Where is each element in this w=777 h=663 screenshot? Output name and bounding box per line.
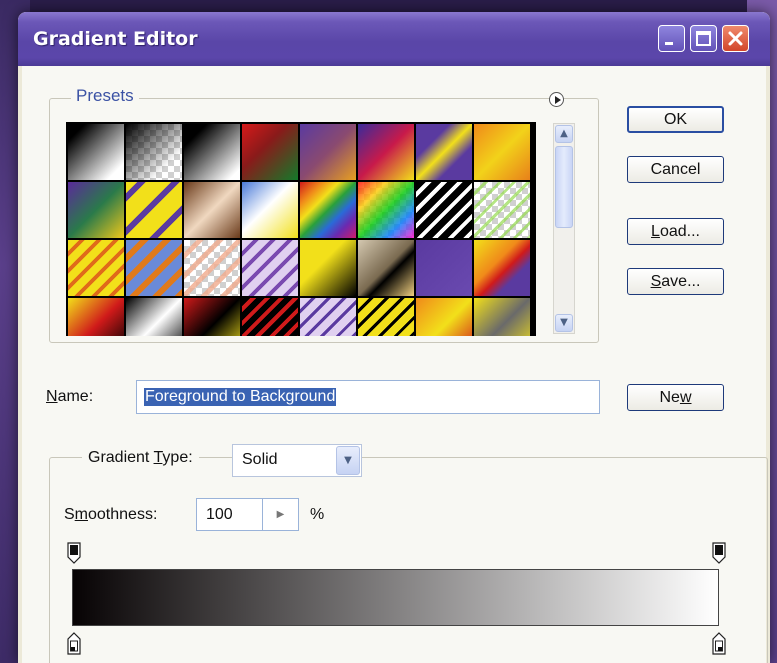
scroll-down-button[interactable]: ▼: [555, 314, 573, 332]
smoothness-value: 100: [206, 506, 233, 523]
dialog-title: Gradient Editor: [33, 28, 198, 50]
preset-swatch[interactable]: [126, 124, 182, 180]
dialog-content: Presets ▲ ▼ OK Cancel Load... Save... Na…: [22, 66, 768, 663]
preset-swatch[interactable]: [184, 182, 240, 238]
preset-swatch[interactable]: [358, 124, 414, 180]
gradient-type-label: Gradient Type:: [82, 443, 199, 473]
gradient-preview-bar[interactable]: [72, 569, 719, 626]
preset-swatch[interactable]: [358, 182, 414, 238]
preset-swatch[interactable]: [126, 240, 182, 296]
preset-swatch[interactable]: [300, 182, 356, 238]
smoothness-input[interactable]: 100: [196, 498, 263, 531]
preset-swatch[interactable]: [184, 240, 240, 296]
chevron-down-icon: ▼: [560, 317, 568, 328]
preset-swatch[interactable]: [474, 182, 530, 238]
preset-swatch[interactable]: [358, 298, 414, 336]
title-bar[interactable]: Gradient Editor: [18, 12, 770, 66]
save-button[interactable]: Save...: [627, 268, 724, 295]
smoothness-label-pre: S: [64, 506, 75, 523]
preset-swatch[interactable]: [416, 124, 472, 180]
close-button[interactable]: [722, 25, 749, 52]
preset-swatch[interactable]: [474, 298, 530, 336]
cancel-button[interactable]: Cancel: [627, 156, 724, 183]
chevron-right-icon: ▶: [276, 509, 285, 520]
preset-swatch[interactable]: [242, 240, 298, 296]
minimize-button[interactable]: [658, 25, 685, 52]
scroll-up-button[interactable]: ▲: [555, 125, 573, 143]
ok-button[interactable]: OK: [627, 106, 724, 133]
save-label-mnemonic: S: [650, 273, 662, 290]
preset-swatch[interactable]: [300, 124, 356, 180]
preset-swatch[interactable]: [416, 182, 472, 238]
preset-swatch[interactable]: [300, 240, 356, 296]
preset-swatch[interactable]: [68, 298, 124, 336]
close-icon: [728, 31, 743, 46]
gradient-group: [49, 457, 768, 663]
smoothness-label-mnemonic: m: [74, 506, 88, 523]
gradient-type-label-pre: Gradient: [88, 449, 154, 466]
opacity-stop-right-icon[interactable]: [712, 542, 726, 564]
play-arrow-icon: [555, 96, 561, 104]
presets-label: Presets: [71, 86, 139, 106]
gradient-type-value: Solid: [242, 451, 278, 468]
new-button[interactable]: New: [627, 384, 724, 411]
presets-grid: [66, 122, 536, 336]
dropdown-button[interactable]: ▼: [336, 446, 360, 475]
preset-swatch[interactable]: [242, 298, 298, 336]
preset-swatch[interactable]: [474, 124, 530, 180]
preset-swatch[interactable]: [68, 182, 124, 238]
load-label-mnemonic: L: [651, 223, 660, 240]
preset-swatch[interactable]: [474, 240, 530, 296]
new-label-pre: Ne: [659, 389, 680, 406]
chevron-up-icon: ▲: [560, 128, 568, 139]
color-stop-left-icon[interactable]: [67, 632, 81, 656]
preset-swatch[interactable]: [68, 124, 124, 180]
preset-swatch[interactable]: [126, 182, 182, 238]
preset-swatch[interactable]: [68, 240, 124, 296]
color-stop-right-icon[interactable]: [712, 632, 726, 656]
opacity-stop-left-icon[interactable]: [67, 542, 81, 564]
preset-swatch[interactable]: [416, 298, 472, 336]
scroll-thumb[interactable]: [555, 146, 573, 228]
preset-swatch[interactable]: [242, 182, 298, 238]
save-label-post: ave...: [661, 273, 701, 290]
smoothness-label: Smoothness:: [64, 506, 157, 524]
maximize-button[interactable]: [690, 25, 717, 52]
gradient-editor-dialog: Gradient Editor Presets ▲ ▼ OK Cancel Lo…: [18, 12, 770, 663]
smoothness-slider-button[interactable]: ▶: [263, 498, 299, 531]
maximize-icon: [696, 31, 711, 46]
new-label-mnemonic: w: [679, 389, 692, 406]
preset-swatch[interactable]: [358, 240, 414, 296]
name-label-post: ame:: [57, 388, 94, 405]
smoothness-unit: %: [310, 506, 325, 523]
gradient-type-label-post: ype:: [162, 449, 193, 466]
preset-swatch[interactable]: [416, 240, 472, 296]
name-input-value: Foreground to Background: [144, 388, 337, 406]
presets-scrollbar[interactable]: ▲ ▼: [553, 123, 575, 334]
name-input[interactable]: Foreground to Background: [136, 380, 600, 414]
preset-swatch[interactable]: [184, 124, 240, 180]
preset-swatch[interactable]: [300, 298, 356, 336]
gradient-type-select[interactable]: Solid ▼: [232, 444, 362, 477]
load-button[interactable]: Load...: [627, 218, 724, 245]
name-label-mnemonic: N: [46, 388, 58, 405]
smoothness-label-post: oothness:: [88, 506, 158, 523]
preset-swatch[interactable]: [242, 124, 298, 180]
presets-menu-button[interactable]: [549, 92, 564, 107]
preset-swatch[interactable]: [184, 298, 240, 336]
name-label: Name:: [46, 388, 93, 406]
minimize-icon: [665, 42, 673, 45]
chevron-down-icon: ▼: [344, 455, 352, 466]
load-label-post: oad...: [659, 223, 700, 240]
preset-swatch[interactable]: [126, 298, 182, 336]
